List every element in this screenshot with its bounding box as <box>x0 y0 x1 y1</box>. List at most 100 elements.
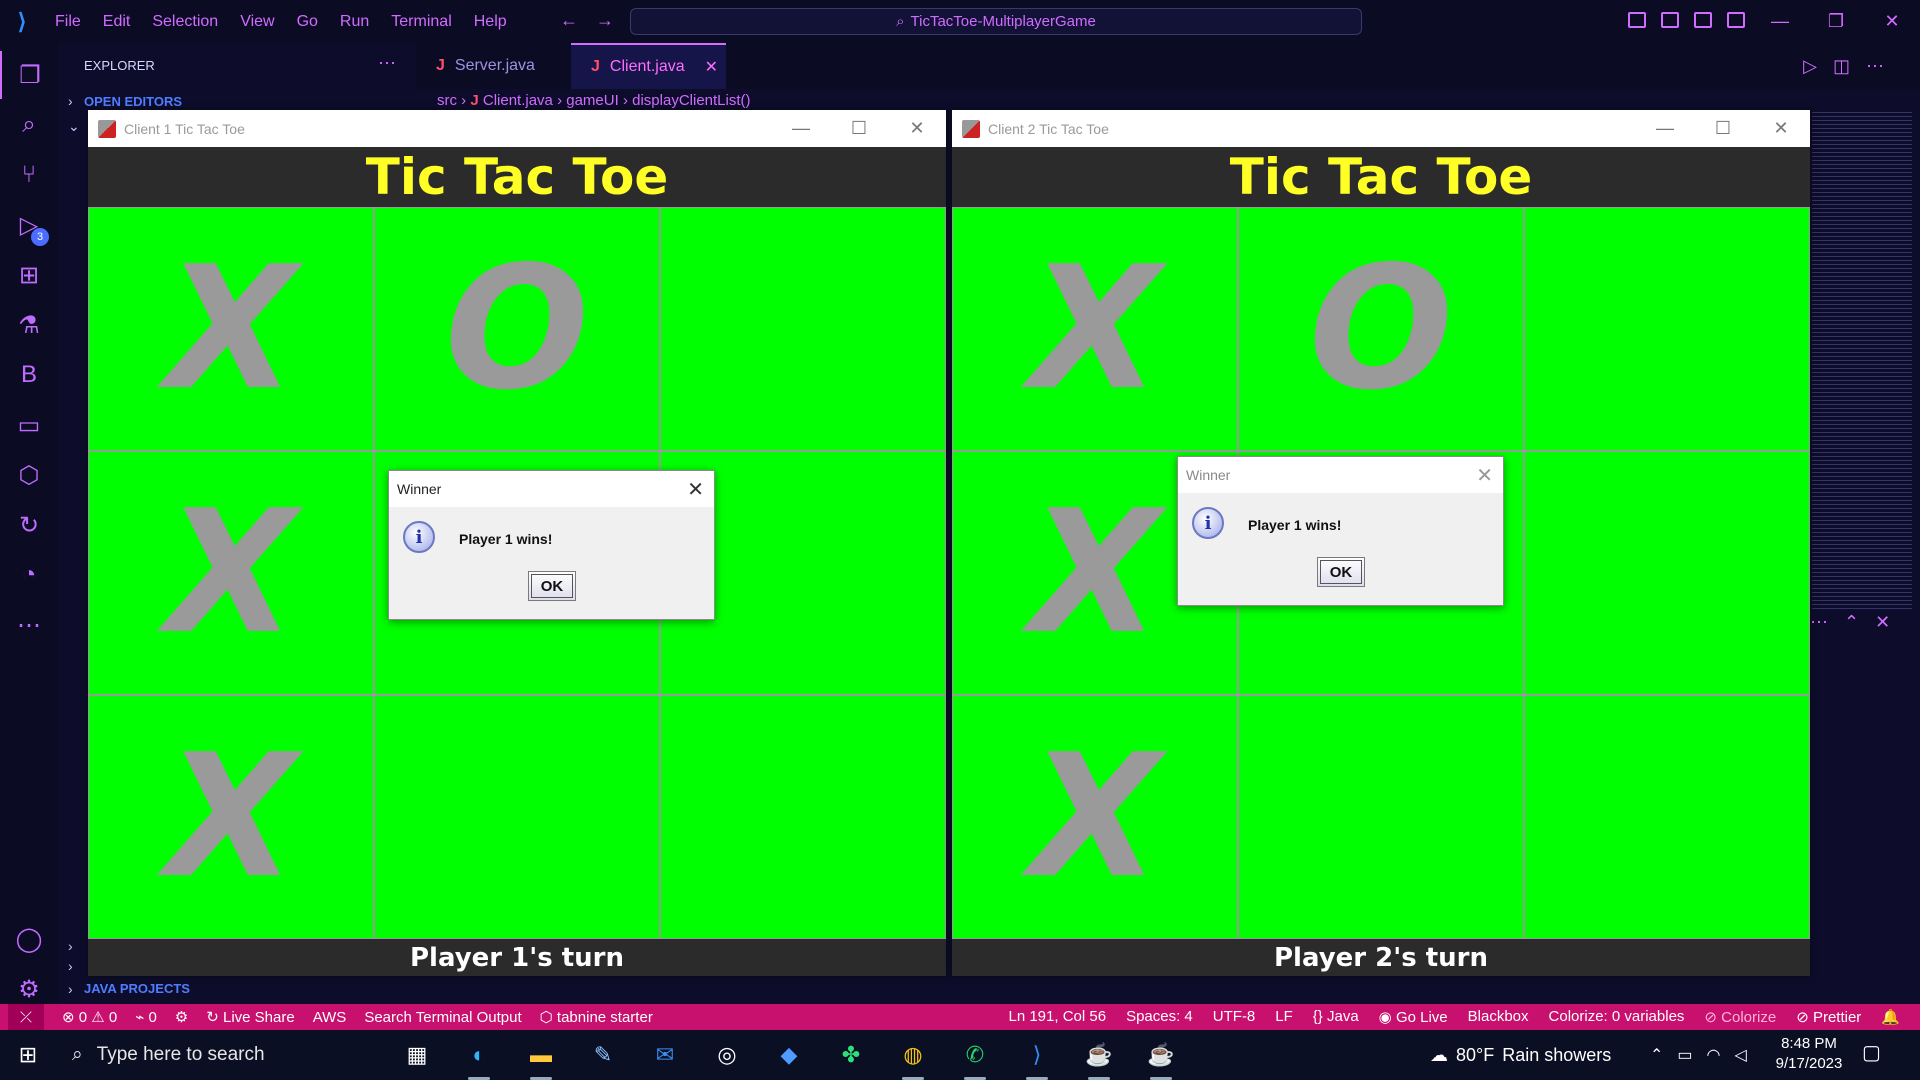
paint-icon[interactable]: ✎ <box>582 1034 624 1076</box>
toggle-secondary-sidebar-icon[interactable] <box>1694 12 1712 28</box>
breadcrumb-folder[interactable]: src <box>437 92 457 109</box>
notifications-icon[interactable]: 🔔 <box>1881 1008 1900 1026</box>
command-center[interactable]: ⌕ TicTacToe-MultiplayerGame <box>630 8 1362 35</box>
maximize-icon[interactable]: ☐ <box>830 110 888 147</box>
tab-server-java[interactable]: J Server.java <box>416 43 571 89</box>
tab-client-java[interactable]: J Client.java ✕ <box>571 43 726 89</box>
remote-icon[interactable]: ⤫ <box>8 1004 44 1030</box>
search-terminal-output[interactable]: Search Terminal Output <box>364 1009 521 1026</box>
toggle-panel-icon[interactable] <box>1661 12 1679 28</box>
breadcrumb-method[interactable]: displayClientList() <box>632 92 750 109</box>
testing-icon[interactable]: ⚗ <box>0 301 58 349</box>
ports-indicator[interactable]: ⌁ 0 <box>135 1008 157 1026</box>
breadcrumb-class[interactable]: gameUI <box>566 92 619 109</box>
chrome-icon[interactable]: ◍ <box>892 1034 934 1080</box>
end-of-line[interactable]: LF <box>1275 1008 1293 1026</box>
java-projects-section[interactable]: JAVA PROJECTS <box>84 981 190 996</box>
photos-icon[interactable]: ✤ <box>830 1034 872 1076</box>
problems-indicator[interactable]: ⊗ 0 ⚠ 0 <box>62 1008 117 1026</box>
close-tab-icon[interactable]: ✕ <box>705 57 718 77</box>
language-mode[interactable]: {} Java <box>1313 1008 1359 1026</box>
board-cell[interactable] <box>660 207 946 451</box>
minimize-icon[interactable]: — <box>772 110 830 147</box>
maximize-panel-icon[interactable]: ⌃ <box>1844 612 1875 632</box>
forward-arrow-icon[interactable]: → <box>596 10 632 30</box>
blackbox-status[interactable]: Blackbox <box>1468 1008 1529 1026</box>
windows-start-icon[interactable]: ⊞ <box>0 1030 56 1080</box>
file-explorer-icon[interactable]: ▬ <box>520 1034 562 1080</box>
board-cell[interactable]: O <box>374 207 660 451</box>
more-icon[interactable]: ⋯ <box>1810 612 1844 632</box>
board-cell[interactable] <box>374 695 660 939</box>
indentation[interactable]: Spaces: 4 <box>1126 1008 1193 1026</box>
notification-center-icon[interactable]: ▢ <box>1862 1040 1881 1065</box>
aws-status[interactable]: AWS <box>313 1009 347 1026</box>
restore-icon[interactable]: ❐ <box>1808 0 1864 43</box>
close-icon[interactable]: ✕ <box>888 110 946 147</box>
tabnine-status[interactable]: ⬡ tabnine starter <box>540 1008 653 1026</box>
toggle-sidebar-icon[interactable] <box>1628 12 1646 28</box>
live-share-status[interactable]: ↻ Live Share <box>206 1008 294 1026</box>
vscode-icon[interactable]: ⟩ <box>1016 1034 1058 1080</box>
open-editors-section[interactable]: OPEN EDITORS <box>84 94 182 109</box>
breadcrumb-file[interactable]: Client.java <box>483 92 553 109</box>
chevron-down-icon[interactable]: ⌄ <box>68 118 80 135</box>
menu-view[interactable]: View <box>229 13 285 31</box>
close-icon[interactable]: ✕ <box>1476 463 1493 488</box>
menu-go[interactable]: Go <box>286 13 329 31</box>
battery-icon[interactable]: ▭ <box>1677 1045 1692 1065</box>
board-cell[interactable]: X <box>88 207 374 451</box>
menu-selection[interactable]: Selection <box>141 13 229 31</box>
chat-icon[interactable]: ▭ <box>0 401 58 449</box>
menu-edit[interactable]: Edit <box>92 13 142 31</box>
source-control-icon[interactable]: ⑂ <box>0 151 58 199</box>
minimize-icon[interactable]: — <box>1636 110 1694 147</box>
weather-widget[interactable]: ☁ 80°F Rain showers <box>1430 1030 1611 1080</box>
board-cell[interactable]: X <box>952 207 1238 451</box>
close-icon[interactable]: ✕ <box>687 477 704 502</box>
colorize-variables[interactable]: Colorize: 0 variables <box>1549 1008 1685 1026</box>
menu-terminal[interactable]: Terminal <box>380 13 462 31</box>
live-share-icon[interactable]: ↻ <box>0 501 58 549</box>
chevron-right-icon[interactable]: › <box>68 93 73 109</box>
mail-icon[interactable]: ✉ <box>644 1034 686 1076</box>
chevron-right-icon[interactable]: › <box>68 958 73 974</box>
close-panel-icon[interactable]: ✕ <box>1875 612 1906 632</box>
go-live[interactable]: ◉ Go Live <box>1379 1008 1448 1026</box>
board-cell[interactable]: X <box>952 695 1238 939</box>
board-cell[interactable] <box>1524 451 1810 695</box>
customize-layout-icon[interactable] <box>1727 12 1745 28</box>
maximize-icon[interactable]: ☐ <box>1694 110 1752 147</box>
taskbar-search[interactable]: ⌕ Type here to search <box>56 1030 316 1080</box>
extensions-icon[interactable]: ⊞ <box>0 251 58 299</box>
chevron-right-icon[interactable]: › <box>68 981 73 997</box>
run-icon[interactable]: ▷ <box>1803 56 1833 76</box>
menu-file[interactable]: File <box>44 13 92 31</box>
ok-button[interactable]: OK <box>1317 557 1365 587</box>
volume-icon[interactable]: ◁ <box>1735 1045 1747 1065</box>
search-icon[interactable]: ⌕ <box>0 101 58 149</box>
accounts-icon[interactable]: ◯ <box>0 915 58 963</box>
task-view-icon[interactable]: ▦ <box>396 1034 438 1076</box>
whatsapp-icon[interactable]: ✆ <box>954 1034 996 1080</box>
more-icon[interactable]: ⋯ <box>0 601 58 649</box>
back-arrow-icon[interactable]: ← <box>560 10 596 30</box>
board-cell[interactable]: X <box>88 695 374 939</box>
board-cell[interactable] <box>1238 695 1524 939</box>
close-icon[interactable]: ✕ <box>1864 0 1920 43</box>
split-editor-icon[interactable]: ◫ <box>1833 56 1866 76</box>
board-cell[interactable]: X <box>88 451 374 695</box>
prettier-status[interactable]: ⊘ Prettier <box>1796 1008 1861 1026</box>
encoding[interactable]: UTF-8 <box>1213 1008 1256 1026</box>
run-debug-icon[interactable]: ▷ 3 <box>0 201 58 249</box>
close-icon[interactable]: ✕ <box>1752 110 1810 147</box>
minimap[interactable] <box>1812 112 1912 612</box>
board-cell[interactable]: O <box>1238 207 1524 451</box>
board-cell[interactable] <box>1524 207 1810 451</box>
edge-icon[interactable]: ◐ <box>458 1034 500 1080</box>
explorer-more-icon[interactable]: ⋯ <box>378 53 396 74</box>
ok-button[interactable]: OK <box>528 571 576 601</box>
colorize-toggle[interactable]: ⊘ Colorize <box>1704 1008 1776 1026</box>
board-cell[interactable] <box>1524 695 1810 939</box>
board-cell[interactable] <box>660 695 946 939</box>
